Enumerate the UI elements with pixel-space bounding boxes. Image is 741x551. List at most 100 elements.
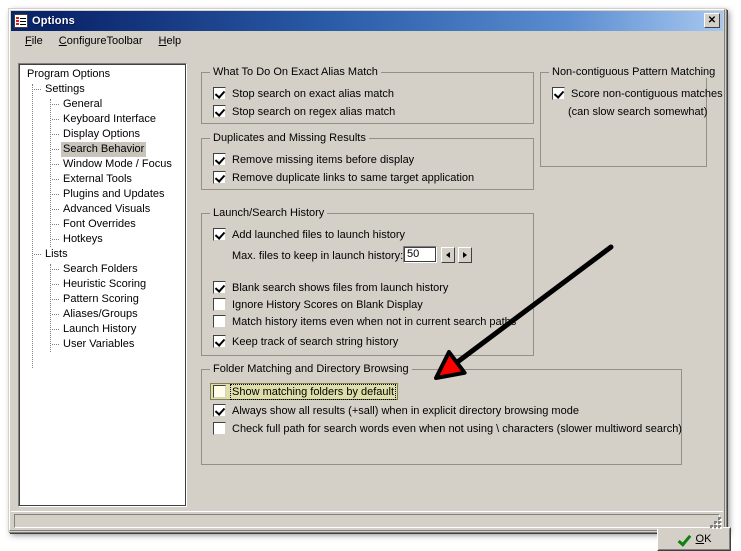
checkbox-box[interactable] <box>213 281 226 294</box>
checkbox-match-history-items[interactable]: Match history items even when not in cur… <box>213 314 516 329</box>
group-caption: What To Do On Exact Alias Match <box>210 66 381 78</box>
green-check-icon <box>677 534 690 545</box>
tree-node-label: Launch History <box>63 323 137 335</box>
tree-node-plugins-and-updates[interactable]: Plugins and Updates <box>21 187 186 202</box>
max-files-input[interactable]: 50 <box>403 246 437 263</box>
tree-node-advanced-visuals[interactable]: Advanced Visuals <box>21 202 186 217</box>
checkbox-label: Stop search on regex alias match <box>232 105 396 118</box>
checkbox-box[interactable] <box>213 335 226 348</box>
checkbox-box[interactable] <box>213 171 226 184</box>
checkbox-blank-search-shows-files[interactable]: Blank search shows files from launch his… <box>213 280 448 295</box>
tree-node-search-folders[interactable]: Search Folders <box>21 262 186 277</box>
tree-node-user-variables[interactable]: User Variables <box>21 337 186 352</box>
menu-file-accel: F <box>25 35 32 47</box>
checkbox-label: Match history items even when not in cur… <box>232 315 517 328</box>
menu-help[interactable]: Help <box>151 33 190 49</box>
checkbox-label: Add launched files to launch history <box>232 228 406 241</box>
tree-node-aliases-groups[interactable]: Aliases/Groups <box>21 307 186 322</box>
checkbox-keep-track-search-string[interactable]: Keep track of search string history <box>213 334 398 349</box>
menubar: File ConfigureToolbar Help <box>11 32 723 50</box>
checkbox-stop-search-regex-alias[interactable]: Stop search on regex alias match <box>213 104 395 119</box>
titlebar: Options ✕ <box>11 11 723 31</box>
tree-node-label: Hotkeys <box>63 233 103 245</box>
checkbox-box[interactable] <box>213 87 226 100</box>
resize-grip[interactable] <box>707 514 722 529</box>
tree-node-font-overrides[interactable]: Font Overrides <box>21 217 186 232</box>
checkbox-label: Remove missing items before display <box>232 153 415 166</box>
tree-node-label: Lists <box>45 248 68 260</box>
group-launch-search-history: Launch/Search History Add launched files… <box>201 207 534 356</box>
ok-button[interactable]: OK <box>657 527 731 551</box>
options-tree[interactable]: Program Options Settings General Keyboar… <box>19 64 186 506</box>
checklist-icon <box>14 14 28 28</box>
checkbox-label: Check full path for search words even wh… <box>232 422 682 435</box>
checkbox-box[interactable] <box>213 153 226 166</box>
statusbar <box>11 511 723 529</box>
tree-node-general[interactable]: General <box>21 97 186 112</box>
spinner-up-button[interactable] <box>458 246 472 263</box>
tree-node-pattern-scoring[interactable]: Pattern Scoring <box>21 292 186 307</box>
menu-file-label: ile <box>31 35 43 47</box>
tree-node-label: Plugins and Updates <box>63 188 165 200</box>
checkbox-box[interactable] <box>213 404 226 417</box>
group-caption: Folder Matching and Directory Browsing <box>210 363 412 375</box>
tree-node-label: Search Behavior <box>61 142 147 157</box>
checkbox-box[interactable] <box>552 87 565 100</box>
menu-configuretoolbar[interactable]: ConfigureToolbar <box>51 33 151 49</box>
checkbox-box[interactable] <box>213 385 226 398</box>
spinner-down-button[interactable] <box>441 246 455 263</box>
tree-node-search-behavior[interactable]: Search Behavior <box>21 142 186 157</box>
checkbox-box[interactable] <box>213 228 226 241</box>
tree-node-label: Heuristic Scoring <box>63 278 147 290</box>
checkbox-label: Show matching folders by default <box>229 383 397 400</box>
tree-node-label: Search Folders <box>63 263 138 275</box>
checkbox-remove-duplicate-links[interactable]: Remove duplicate links to same target ap… <box>213 170 474 185</box>
tree-node-window-mode-focus[interactable]: Window Mode / Focus <box>21 157 186 172</box>
checkbox-box[interactable] <box>213 298 226 311</box>
group-exact-alias-match: What To Do On Exact Alias Match Stop sea… <box>201 66 534 124</box>
tree-node-display-options[interactable]: Display Options <box>21 127 186 142</box>
group-noncontiguous-pattern-matching: Non-contiguous Pattern Matching Score no… <box>540 66 723 167</box>
tree-node-label: Keyboard Interface <box>63 113 156 125</box>
checkbox-check-full-path[interactable]: Check full path for search words even wh… <box>213 421 682 436</box>
menu-configuretoolbar-accel: C <box>58 35 67 47</box>
tree-node-label: Program Options <box>27 68 111 80</box>
checkbox-box[interactable] <box>213 422 226 435</box>
group-caption: Duplicates and Missing Results <box>210 132 369 144</box>
checkbox-add-launched-files[interactable]: Add launched files to launch history <box>213 227 405 242</box>
tree-node-external-tools[interactable]: External Tools <box>21 172 186 187</box>
close-icon[interactable]: ✕ <box>704 13 720 28</box>
window-title: Options <box>32 15 75 27</box>
menu-help-accel: H <box>158 35 167 47</box>
tree-node-keyboard-interface[interactable]: Keyboard Interface <box>21 112 186 127</box>
max-files-label: Max. files to keep in launch history: <box>232 250 404 262</box>
menu-file[interactable]: File <box>17 33 51 49</box>
tree-node-hotkeys[interactable]: Hotkeys <box>21 232 186 247</box>
checkbox-box[interactable] <box>213 315 226 328</box>
tree-node-label: Display Options <box>63 128 141 140</box>
checkbox-score-noncontiguous[interactable]: Score non-contiguous matches <box>552 86 723 101</box>
noncontiguous-note: (can slow search somewhat) <box>568 106 708 118</box>
checkbox-remove-missing-items[interactable]: Remove missing items before display <box>213 152 414 167</box>
tree-node-launch-history[interactable]: Launch History <box>21 322 186 337</box>
tree-node-heuristic-scoring[interactable]: Heuristic Scoring <box>21 277 186 292</box>
checkbox-show-matching-folders[interactable]: Show matching folders by default <box>210 383 399 400</box>
checkbox-label: Remove duplicate links to same target ap… <box>232 171 475 184</box>
client-area: Program Options Settings General Keyboar… <box>11 50 731 551</box>
checkbox-stop-search-exact-alias[interactable]: Stop search on exact alias match <box>213 86 394 101</box>
ok-button-label: OK <box>695 533 712 545</box>
checkbox-label: Blank search shows files from launch his… <box>232 281 449 294</box>
tree-node-program-options[interactable]: Program Options <box>21 67 186 82</box>
checkbox-always-show-all-results[interactable]: Always show all results (+sall) when in … <box>213 403 579 418</box>
group-folder-matching: Folder Matching and Directory Browsing S… <box>201 363 682 465</box>
options-tree-panel[interactable]: Program Options Settings General Keyboar… <box>18 63 187 507</box>
checkbox-ignore-history-scores[interactable]: Ignore History Scores on Blank Display <box>213 297 423 312</box>
options-window: Options ✕ File ConfigureToolbar Help Pro… <box>8 8 731 551</box>
tree-node-lists[interactable]: Lists <box>21 247 186 262</box>
max-files-spinner[interactable]: 50 <box>403 246 475 263</box>
checkbox-label: Ignore History Scores on Blank Display <box>232 298 423 311</box>
group-caption: Launch/Search History <box>210 207 328 219</box>
tree-node-label: User Variables <box>63 338 135 350</box>
tree-node-settings[interactable]: Settings <box>21 82 186 97</box>
checkbox-box[interactable] <box>213 105 226 118</box>
